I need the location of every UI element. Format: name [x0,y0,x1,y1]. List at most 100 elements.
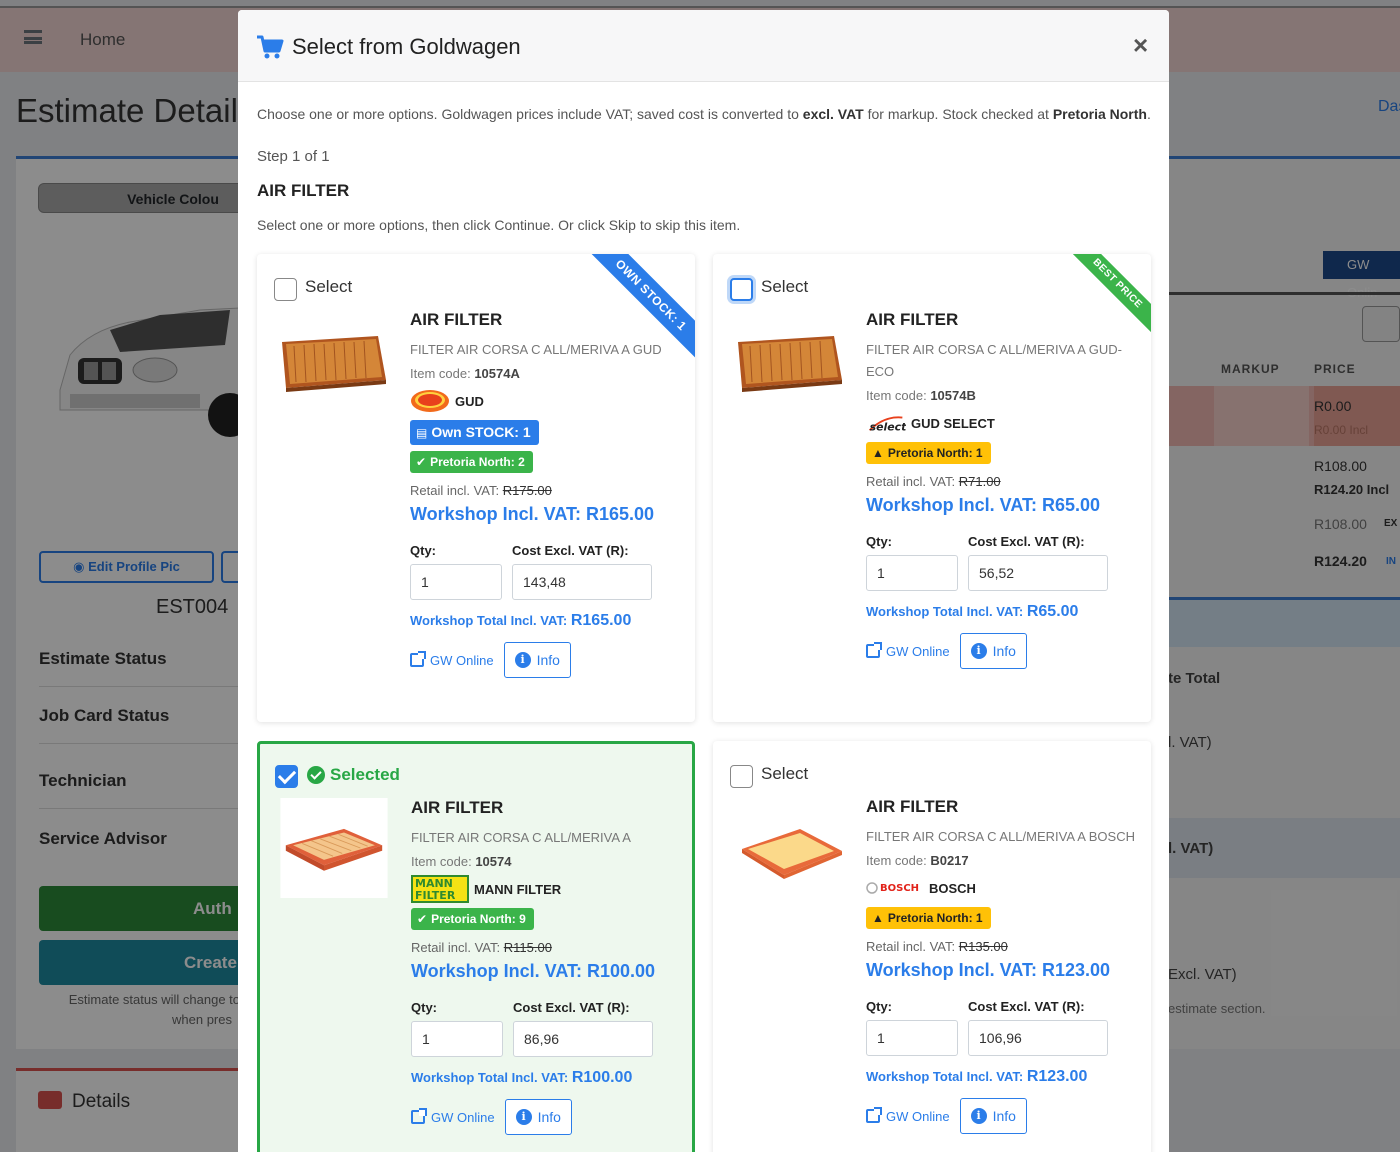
workshop-total: Workshop Total Incl. VAT: R123.00 [866,1068,1088,1085]
item-code: Item code: 10574 [411,854,512,869]
info-icon: i [970,1108,987,1124]
select-checkbox[interactable] [274,278,297,301]
brand-name: MANN FILTER [474,881,562,897]
mann-filter-logo: MANN FILTER [411,875,469,903]
workshop-total: Workshop Total Incl. VAT: R165.00 [410,612,632,629]
retail-price: Retail incl. VAT: R175.00 [410,483,552,498]
warning-icon: ▲ [872,911,884,925]
card-actions: GW Online i Info [410,642,685,678]
selected-check-icon [307,766,325,784]
modal-header: Select from Goldwagen × [238,10,1169,82]
cost-label: Cost Excl. VAT (R): [512,543,629,558]
product-card[interactable]: OWN STOCK: 1 Select AIR FILTER FILTER AI… [257,254,695,722]
stock-badge: ✔ Pretoria North: 9 [411,908,534,930]
product-body: AIR FILTER FILTER AIR CORSA C ALL/MERIVA… [410,310,685,678]
select-label[interactable]: Select [305,277,352,297]
brand-row: MANN FILTER MANN FILTER [411,875,686,903]
cost-label: Cost Excl. VAT (R): [968,999,1085,1014]
product-description: FILTER AIR CORSA C ALL/MERIVA A [411,830,631,845]
external-link-icon [411,1108,427,1124]
product-title: AIR FILTER [410,310,503,329]
product-body: AIR FILTER FILTER AIR CORSA C ALL/MERIVA… [866,797,1141,1134]
info-button[interactable]: i Info [959,633,1027,669]
qty-input[interactable]: 1 [410,564,502,600]
workshop-total: Workshop Total Incl. VAT: R65.00 [866,603,1079,620]
warehouse-icon: ▤ [416,426,428,440]
workshop-price: Workshop Incl. VAT: R100.00 [411,961,656,981]
info-button[interactable]: i Info [503,642,571,678]
qty-input[interactable]: 1 [866,555,958,591]
cost-input[interactable]: 56,52 [968,555,1108,591]
select-label[interactable]: Select [761,277,808,297]
product-body: AIR FILTER FILTER AIR CORSA C ALL/MERIVA… [866,310,1141,669]
retail-price: Retail incl. VAT: R71.00 [866,474,1001,489]
stock-badge: ▲ Pretoria North: 1 [866,442,991,464]
air-filter-image [742,829,842,879]
qty-cost-fields: Qty: 1 Cost Excl. VAT (R): 143,48 [410,543,685,600]
goldwagen-modal: Select from Goldwagen × Choose one or mo… [238,10,1169,1152]
svg-text:BOSCH: BOSCH [880,883,919,894]
gud-select-logo: select [866,411,906,435]
cost-input[interactable]: 106,96 [968,1020,1108,1056]
close-button[interactable]: × [1133,30,1148,61]
item-code: Item code: B0217 [866,853,969,868]
qty-cost-fields: Qty: 1 Cost Excl. VAT (R): 106,96 [866,999,1141,1056]
brand-name: GUD [455,393,484,409]
info-button[interactable]: i Info [959,1098,1027,1134]
selected-label: Selected [330,765,400,784]
product-card-selected[interactable]: Selected AIR FILTER FILTER AIR CORSA C A… [257,741,695,1152]
gw-online-link[interactable]: GW Online [866,642,950,659]
workshop-price: Workshop Incl. VAT: R65.00 [866,495,1101,515]
workshop-price: Workshop Incl. VAT: R123.00 [866,960,1111,980]
retail-price: Retail incl. VAT: R135.00 [866,939,1008,954]
qty-input[interactable]: 1 [866,1020,958,1056]
product-description: FILTER AIR CORSA C ALL/MERIVA A GUD [410,342,662,357]
product-card[interactable]: Select AIR FILTER FILTER AIR CORSA C ALL… [713,741,1151,1152]
brand-row: GUD [410,388,685,414]
brand-row: BOSCH BOSCH [866,875,1141,901]
qty-label: Qty: [411,1000,437,1015]
qty-cost-fields: Qty: 1 Cost Excl. VAT (R): 56,52 [866,534,1141,591]
qty-cost-fields: Qty: 1 Cost Excl. VAT (R): 86,96 [411,1000,686,1057]
info-icon: i [514,652,531,668]
workshop-price: Workshop Incl. VAT: R165.00 [410,504,655,524]
product-title: AIR FILTER [866,797,959,816]
external-link-icon [866,642,882,658]
modal-intro: Choose one or more options. Goldwagen pr… [257,106,1151,122]
product-description: FILTER AIR CORSA C ALL/MERIVA A GUD-ECO [866,342,1122,379]
gw-online-link[interactable]: GW Online [866,1107,950,1124]
qty-input[interactable]: 1 [411,1021,503,1057]
info-icon: i [970,643,987,659]
select-checkbox[interactable] [275,765,298,788]
brand-name: BOSCH [929,880,976,896]
air-filter-image [280,798,388,898]
info-button[interactable]: i Info [504,1099,572,1135]
section-title: AIR FILTER [257,181,350,200]
select-label[interactable]: Select [761,764,808,784]
brand-name: GUD SELECT [911,415,995,431]
external-link-icon [410,651,426,667]
section-subtitle: Select one or more options, then click C… [257,217,741,233]
gw-online-link[interactable]: GW Online [410,651,494,668]
own-stock-badge: ▤ Own STOCK: 1 [410,420,539,445]
cost-input[interactable]: 86,96 [513,1021,653,1057]
gud-logo [410,389,450,413]
qty-label: Qty: [866,999,892,1014]
product-card[interactable]: BEST PRICE Select AIR FILTER FILTER AIR … [713,254,1151,722]
item-code: Item code: 10574B [866,388,976,403]
info-icon: i [515,1109,532,1125]
product-body: AIR FILTER FILTER AIR CORSA C ALL/MERIVA… [411,798,686,1135]
select-checkbox[interactable] [730,765,753,788]
workshop-total: Workshop Total Incl. VAT: R100.00 [411,1069,633,1086]
product-title: AIR FILTER [411,798,504,817]
warning-icon: ▲ [872,446,884,460]
gw-online-link[interactable]: GW Online [411,1108,495,1125]
select-checkbox[interactable] [730,278,753,301]
qty-label: Qty: [866,534,892,549]
cost-input[interactable]: 143,48 [512,564,652,600]
product-description: FILTER AIR CORSA C ALL/MERIVA A BOSCH [866,829,1135,844]
cost-label: Cost Excl. VAT (R): [513,1000,630,1015]
svg-text:select: select [870,420,906,433]
external-link-icon [866,1107,882,1123]
card-actions: GW Online i Info [866,633,1141,669]
